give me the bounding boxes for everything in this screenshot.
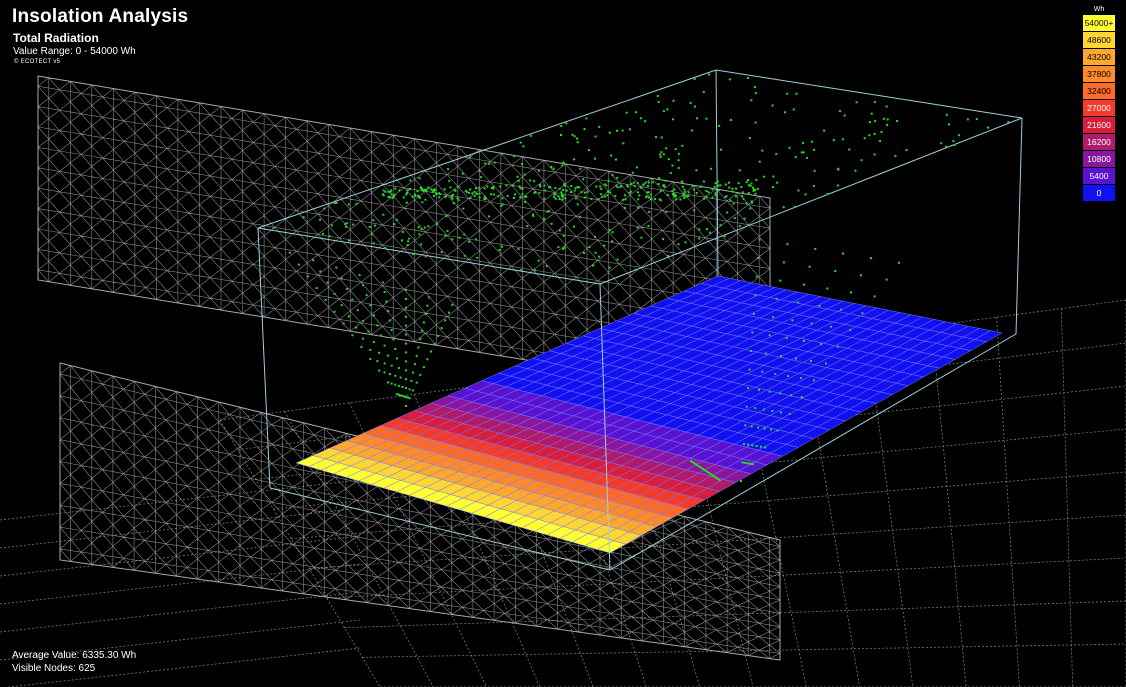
- legend-swatch: 48600: [1083, 32, 1115, 49]
- average-value-text: Average Value: 6335.30 Wh: [12, 650, 137, 661]
- legend-swatch: 0: [1083, 185, 1115, 202]
- copyright-text: © ECOTECT v5: [14, 59, 61, 65]
- legend-swatch: 32400: [1083, 83, 1115, 100]
- analysis-subtitle: Total Radiation: [13, 31, 99, 45]
- legend-swatch: 21600: [1083, 117, 1115, 134]
- value-range-text: Value Range: 0 - 54000 Wh: [13, 46, 136, 57]
- legend-swatch: 43200: [1083, 49, 1115, 66]
- legend-swatch: 54000+: [1083, 15, 1115, 32]
- legend-swatch: 37800: [1083, 66, 1115, 83]
- page-title: Insolation Analysis: [12, 6, 189, 27]
- legend-swatch: 5400: [1083, 168, 1115, 185]
- legend-swatch: 16200: [1083, 134, 1115, 151]
- visible-nodes-text: Visible Nodes: 625: [12, 663, 96, 674]
- legend-unit: Wh: [1093, 6, 1105, 13]
- legend-swatch: 27000: [1083, 100, 1115, 117]
- color-legend: Wh 54000+ 48600 43200 37800 32400 27000 21600 1…: [1083, 4, 1115, 202]
- 3d-viewport[interactable]: [0, 0, 1126, 687]
- legend-swatch: 10800: [1083, 151, 1115, 168]
